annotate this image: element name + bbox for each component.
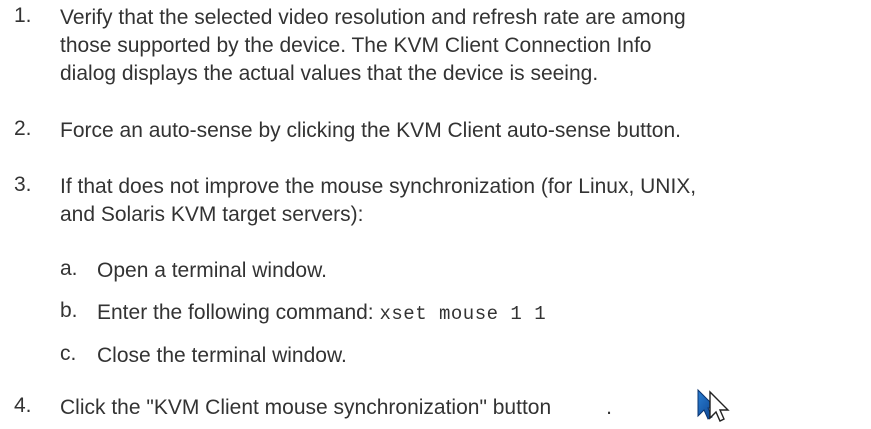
step-text: Force an auto-sense by clicking the KVM … bbox=[60, 117, 860, 145]
command-code: xset mouse 1 1 bbox=[379, 303, 547, 325]
step-line: those supported by the device. The KVM C… bbox=[60, 34, 652, 57]
mouse-sync-cursor-icon bbox=[697, 388, 730, 422]
step-number: 4. bbox=[14, 394, 32, 417]
step-line: and Solaris KVM target servers): bbox=[60, 203, 364, 226]
step-text: If that does not improve the mouse synch… bbox=[60, 173, 860, 229]
substep-letter: a. bbox=[60, 257, 78, 280]
step-line: dialog displays the actual values that t… bbox=[60, 62, 599, 85]
step-line: Verify that the selected video resolutio… bbox=[60, 6, 686, 29]
step-trailing-period: . bbox=[606, 396, 612, 419]
substep-text: Enter the following command: xset mouse … bbox=[97, 299, 857, 328]
step-text: Click the "KVM Client mouse synchronizat… bbox=[60, 394, 860, 422]
substep-text: Open a terminal window. bbox=[97, 259, 327, 282]
step-line: Click the "KVM Client mouse synchronizat… bbox=[60, 396, 552, 419]
substep-text-label: Enter the following command: bbox=[97, 301, 380, 324]
step-number: 2. bbox=[14, 117, 32, 140]
substep-letter: b. bbox=[60, 299, 78, 322]
step-text: Verify that the selected video resolutio… bbox=[60, 4, 860, 88]
step-number: 3. bbox=[14, 173, 32, 196]
step-line: Force an auto-sense by clicking the KVM … bbox=[60, 119, 681, 142]
step-line: If that does not improve the mouse synch… bbox=[60, 175, 697, 198]
step-number: 1. bbox=[14, 4, 32, 27]
substep-letter: c. bbox=[60, 342, 77, 365]
substep-text: Close the terminal window. bbox=[97, 344, 347, 367]
